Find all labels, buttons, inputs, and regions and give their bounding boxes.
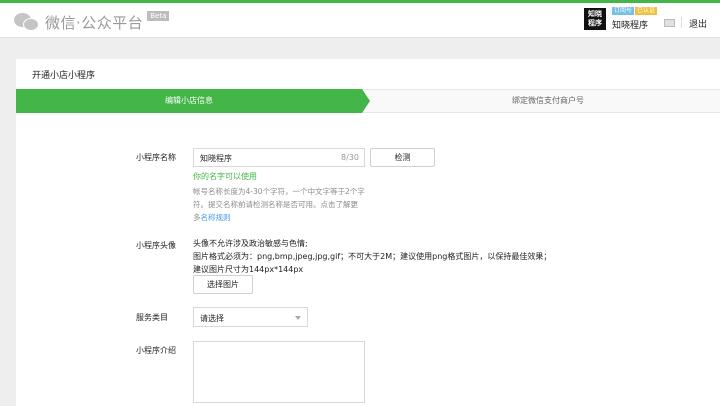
account-area[interactable]: 知晓程序 订阅号 已认证 知晓程序 (584, 6, 664, 32)
name-input[interactable]: 知晓程序 8/30 (193, 148, 365, 167)
name-rules-link[interactable]: 名称规则 (201, 213, 231, 222)
logo-text: 微信·公众平台 (45, 13, 144, 32)
step-bind-payment: 绑定微信支付商户号 (512, 96, 584, 105)
name-hint: 帐号名称长度为4-30个字符，一个中文字等于2个字符。提交名称前请检测名称是否可… (193, 185, 365, 224)
step-edit-info: 编辑小店信息 (16, 89, 362, 113)
category-select[interactable]: 请选择 (193, 307, 308, 327)
avatar-label: 小程序头像 (136, 241, 176, 250)
avatar[interactable]: 知晓程序 (584, 8, 606, 30)
logout-link[interactable]: 退出 (689, 17, 707, 30)
avatar-requirement-line: 图片格式必须为：png,bmp,jpeg,jpg,gif；不可大于2M；建议使用… (193, 252, 552, 261)
mail-icon[interactable] (664, 19, 675, 27)
subscription-badge: 订阅号 (612, 7, 635, 15)
chevron-down-icon (295, 316, 301, 320)
intro-label: 小程序介绍 (136, 346, 176, 355)
account-name[interactable]: 知晓程序 (612, 18, 648, 31)
header-divider (681, 17, 682, 28)
check-name-button[interactable]: 检测 (370, 148, 435, 167)
step-bar: 编辑小店信息 绑定微信支付商户号 (16, 89, 720, 113)
category-select-value: 请选择 (200, 314, 224, 323)
logo[interactable]: 微信·公众平台 Beta (14, 11, 170, 33)
name-label: 小程序名称 (136, 153, 176, 162)
verified-badge: 已认证 (635, 7, 658, 15)
main-panel: 开通小店小程序 编辑小店信息 绑定微信支付商户号 小程序名称 知晓程序 8/30… (16, 59, 720, 406)
wechat-logo-icon (14, 12, 40, 32)
page-title: 开通小店小程序 (32, 71, 96, 81)
beta-badge: Beta (147, 11, 170, 21)
name-input-value: 知晓程序 (200, 154, 232, 163)
choose-image-button[interactable]: 选择图片 (193, 275, 253, 294)
account-info: 订阅号 已认证 知晓程序 (612, 7, 664, 31)
category-label: 服务类目 (136, 313, 168, 322)
avatar-requirements: 头像不允许涉及政治敏感与色情; 图片格式必须为：png,bmp,jpeg,jpg… (193, 237, 551, 276)
name-ok-message: 你的名字可以使用 (193, 172, 257, 181)
intro-textarea[interactable] (193, 341, 365, 403)
name-char-count: 8/30 (341, 153, 359, 162)
avatar-requirement-line: 头像不允许涉及政治敏感与色情; (193, 239, 308, 248)
step-arrow (362, 89, 370, 113)
